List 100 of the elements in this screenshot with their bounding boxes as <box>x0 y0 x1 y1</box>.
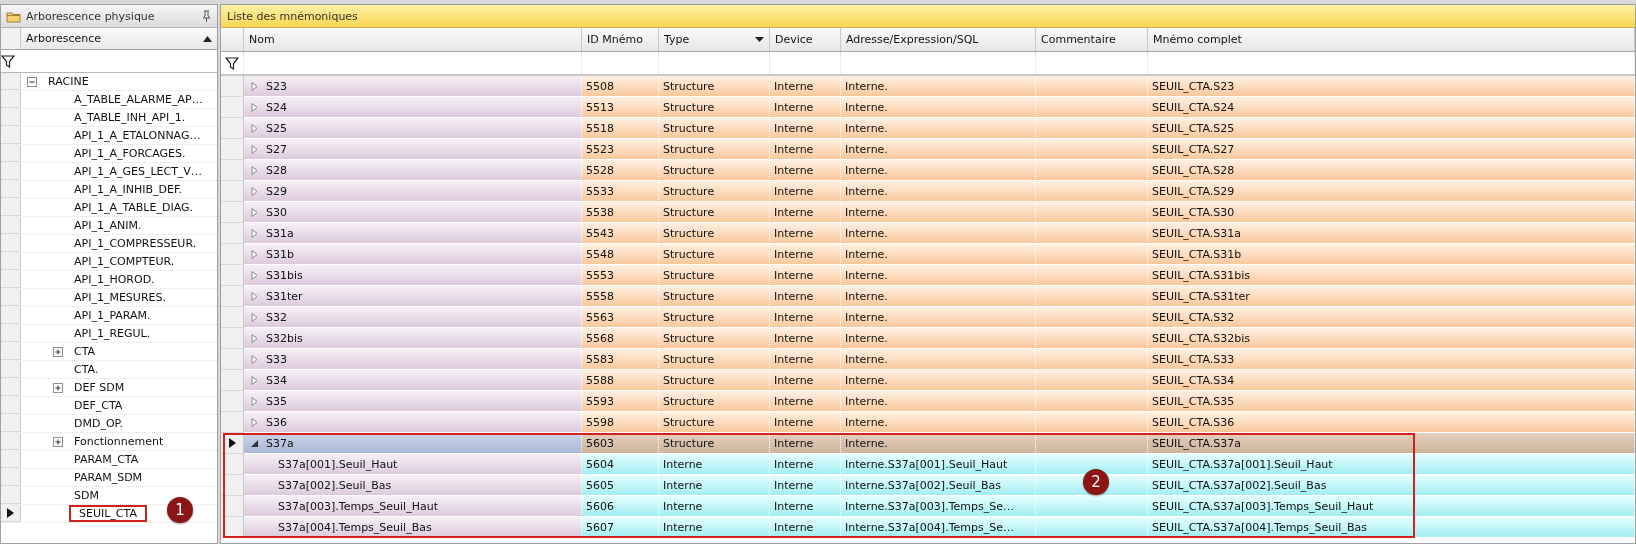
expand-icon[interactable] <box>53 346 63 357</box>
table-cell: Interne <box>770 286 841 307</box>
tree-item[interactable]: API_1_A_TABLE_DIAG. <box>71 201 196 214</box>
filter-icon[interactable] <box>1 54 15 68</box>
table-cell: Interne.S37a[001].Seuil_Haut <box>841 454 1036 475</box>
expand-icon[interactable] <box>250 123 259 133</box>
table-cell: Structure <box>659 391 770 412</box>
tree-item[interactable]: PARAM_CTA <box>71 453 142 466</box>
table-cell: SEUIL_CTA.S36 <box>1148 412 1635 433</box>
table-cell: Interne <box>770 118 841 139</box>
table-cell: Interne.S37a[004].Temps_Se… <box>841 517 1036 538</box>
table-cell: Interne <box>770 475 841 496</box>
tree-item[interactable]: DEF_CTA <box>71 399 126 412</box>
expand-icon[interactable] <box>250 270 259 280</box>
expand-icon[interactable] <box>250 207 259 217</box>
tree-item[interactable]: CTA. <box>71 363 102 376</box>
table-cell: Structure <box>659 244 770 265</box>
expand-icon[interactable] <box>250 249 259 259</box>
tree-item[interactable]: SEUIL_CTA <box>71 507 145 520</box>
tree-item[interactable]: API_1_REGUL. <box>71 327 154 340</box>
expand-icon[interactable] <box>250 375 259 385</box>
table-cell: S37a <box>266 436 294 450</box>
tree-item[interactable]: CTA <box>71 345 99 358</box>
table-cell: Structure <box>659 118 770 139</box>
row-header[interactable] <box>1 505 21 522</box>
column-header[interactable]: ID Mnémo <box>582 28 659 51</box>
column-header[interactable]: Mnémo complet <box>1148 28 1635 51</box>
table-cell: Interne <box>770 391 841 412</box>
table-cell: S30 <box>266 205 287 219</box>
expand-icon[interactable] <box>250 186 259 196</box>
table-cell: Interne. <box>841 76 1036 97</box>
table-cell: Structure <box>659 286 770 307</box>
expand-icon[interactable] <box>250 228 259 238</box>
table-cell: S32 <box>266 310 287 324</box>
table-cell: Interne <box>770 202 841 223</box>
table-cell: 5583 <box>582 349 659 370</box>
expand-icon[interactable] <box>250 417 259 427</box>
tree-item[interactable]: DMD_OP. <box>71 417 126 430</box>
expand-icon[interactable] <box>250 291 259 301</box>
table-cell: Structure <box>659 349 770 370</box>
tree-item[interactable]: API_1_ANIM. <box>71 219 145 232</box>
tree-item[interactable]: A_TABLE_INH_API_1. <box>71 111 189 124</box>
expand-icon[interactable] <box>250 396 259 406</box>
table-cell: 5606 <box>582 496 659 517</box>
table-cell: 5553 <box>582 265 659 286</box>
callout-badge: 1 <box>167 497 193 523</box>
column-header[interactable]: Device <box>770 28 841 51</box>
column-header[interactable]: Nom <box>244 28 582 51</box>
table-cell: S24 <box>266 100 287 114</box>
expand-icon[interactable] <box>250 102 259 112</box>
collapse-icon[interactable] <box>250 438 259 448</box>
column-header[interactable]: Type <box>659 28 770 51</box>
table-cell: Interne <box>770 328 841 349</box>
current-row-icon <box>7 508 14 518</box>
table-cell: Structure <box>659 307 770 328</box>
tree-item[interactable]: SDM <box>71 489 102 502</box>
tree-item[interactable]: DEF SDM <box>71 381 128 394</box>
table-cell: S37a[003].Temps_Seuil_Haut <box>278 499 438 513</box>
table-cell: S36 <box>266 415 287 429</box>
table-cell: 5543 <box>582 223 659 244</box>
expand-icon[interactable] <box>250 333 259 343</box>
expand-icon[interactable] <box>53 436 63 447</box>
table-cell: Interne <box>770 76 841 97</box>
table-cell: SEUIL_CTA.S37a[001].Seuil_Haut <box>1148 454 1635 475</box>
table-cell: 5593 <box>582 391 659 412</box>
expand-icon[interactable] <box>250 354 259 364</box>
table-cell: SEUIL_CTA.S31ter <box>1148 286 1635 307</box>
tree-item[interactable]: Fonctionnement <box>71 435 167 448</box>
tree-item[interactable]: API_1_HOROD. <box>71 273 158 286</box>
expand-icon[interactable] <box>250 312 259 322</box>
tree-item[interactable]: API_1_A_INHIB_DEF. <box>71 183 185 196</box>
tree-item[interactable]: RACINE <box>45 75 92 88</box>
tree-item[interactable]: API_1_A_GES_LECT_V… <box>71 165 205 178</box>
table-cell: S37a[001].Seuil_Haut <box>278 457 398 471</box>
tree-item[interactable]: API_1_PARAM. <box>71 309 154 322</box>
column-header[interactable]: Adresse/Expression/SQL <box>841 28 1036 51</box>
tree-item[interactable]: API_1_COMPTEUR. <box>71 255 178 268</box>
tree-item[interactable]: API_1_COMPRESSEUR. <box>71 237 200 250</box>
table-cell: SEUIL_CTA.S30 <box>1148 202 1635 223</box>
tree-item[interactable]: A_TABLE_ALARME_AP… <box>71 93 206 106</box>
tree-item[interactable]: API_1_A_ETALONNAG… <box>71 129 204 142</box>
tree-item[interactable]: API_1_A_FORCAGES. <box>71 147 189 160</box>
table-cell: Structure <box>659 139 770 160</box>
table-cell: Interne <box>770 433 841 454</box>
dropdown-icon[interactable] <box>755 37 764 42</box>
table-cell: Structure <box>659 433 770 454</box>
pin-icon[interactable] <box>201 9 212 23</box>
filter-icon[interactable] <box>225 56 239 70</box>
table-cell: SEUIL_CTA.S37a[004].Temps_Seuil_Bas <box>1148 517 1635 538</box>
expand-icon[interactable] <box>250 165 259 175</box>
tree-item[interactable]: PARAM_SDM <box>71 471 146 484</box>
expand-icon[interactable] <box>53 382 63 393</box>
column-header[interactable]: Commentaire <box>1036 28 1148 51</box>
expand-icon[interactable] <box>250 81 259 91</box>
table-cell: Structure <box>659 412 770 433</box>
expand-icon[interactable] <box>250 144 259 154</box>
table-cell: Interne.S37a[002].Seuil_Bas <box>841 475 1036 496</box>
tree-item[interactable]: API_1_MESURES. <box>71 291 169 304</box>
table-cell: SEUIL_CTA.S23 <box>1148 76 1635 97</box>
table-cell: SEUIL_CTA.S33 <box>1148 349 1635 370</box>
